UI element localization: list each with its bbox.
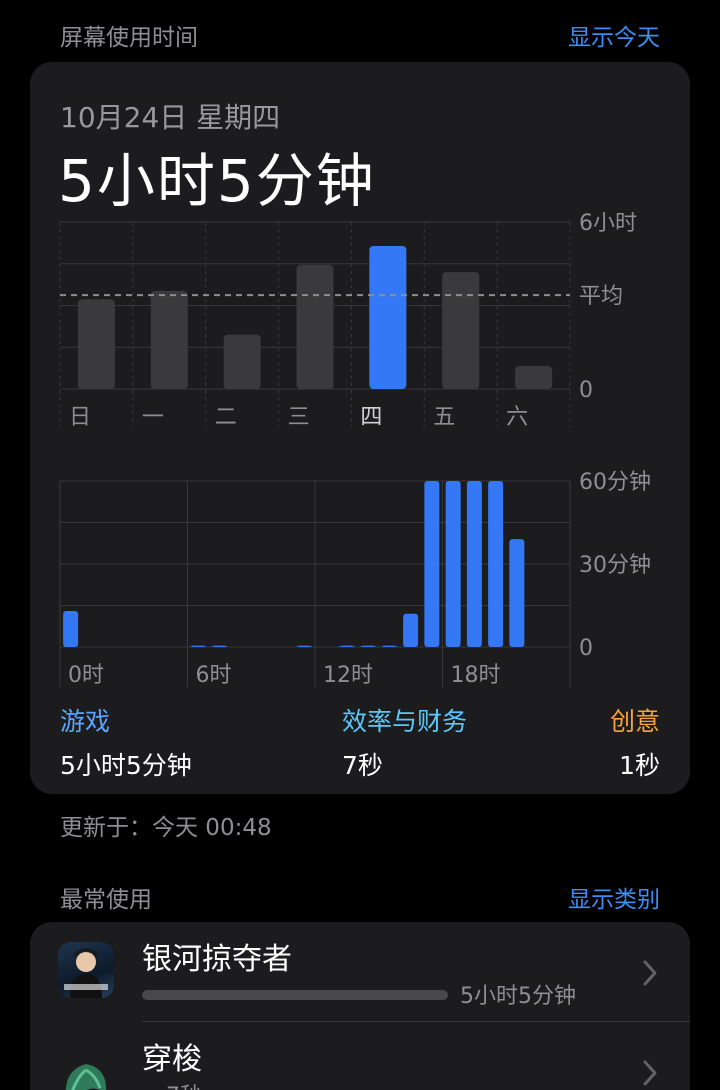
most-used-title: 最常使用 (60, 887, 152, 913)
chevron-right-icon (643, 960, 657, 986)
category-name: 创意 (609, 707, 660, 736)
hour-bar[interactable] (509, 539, 525, 647)
date-label: 10月24日 星期四 (60, 101, 281, 134)
screen-time-title: 屏幕使用时间 (60, 25, 198, 51)
screen-time-header: 屏幕使用时间 显示今天 (0, 18, 720, 58)
app-time: 7秒 (166, 1078, 202, 1090)
hourly-usage-chart[interactable]: 60分钟 30分钟 0 0时 6时 12时 18时 (30, 467, 690, 697)
screen-time-card[interactable]: 10月24日 星期四 5小时5分钟 6小时 平均 0 日 一 二 三 四 五 六 60分钟 … (30, 62, 690, 794)
y-tick-60: 60分钟 (579, 470, 651, 495)
category-games[interactable]: 游戏 5小时5分钟 (60, 702, 192, 782)
category-time: 7秒 (342, 751, 383, 780)
hour-tick-label: 12时 (323, 663, 373, 688)
weekday-label: 日 (69, 405, 91, 430)
most-used-list: 银河掠夺者 5小时5分钟 穿梭 7秒 (30, 922, 690, 1090)
updated-label: 更新于：今天 00:48 (60, 815, 272, 841)
weekday-bar[interactable] (150, 290, 188, 389)
category-name: 效率与财务 (342, 707, 468, 736)
hour-bar[interactable] (63, 611, 79, 647)
hour-bar[interactable] (488, 481, 504, 647)
weekday-label: 二 (215, 405, 237, 430)
y-tick-zero: 0 (579, 378, 593, 403)
hour-bar[interactable] (296, 645, 312, 647)
hour-bar[interactable] (360, 645, 376, 647)
hour-bar[interactable] (445, 481, 461, 647)
show-today-link[interactable]: 显示今天 (568, 18, 660, 52)
category-time: 1秒 (619, 751, 660, 780)
hour-bar[interactable] (190, 645, 206, 647)
app-time: 5小时5分钟 (460, 984, 576, 1009)
weekday-bar[interactable] (223, 334, 261, 389)
average-label: 平均 (579, 284, 623, 309)
hour-bar[interactable] (403, 613, 419, 647)
show-categories-link[interactable]: 显示类别 (568, 880, 660, 914)
app-name: 银河掠夺者 (142, 942, 292, 977)
weekday-bar[interactable] (442, 272, 480, 389)
hour-bar[interactable] (424, 481, 440, 647)
hour-bar[interactable] (381, 645, 397, 647)
hour-bar[interactable] (466, 481, 482, 647)
weekday-label: 四 (360, 405, 382, 430)
app-row[interactable]: 银河掠夺者 5小时5分钟 (30, 922, 690, 1020)
category-creativity[interactable]: 创意 1秒 (610, 702, 660, 782)
hour-tick-label: 18时 (451, 663, 501, 688)
weekday-bar[interactable] (77, 299, 115, 389)
app-row[interactable]: 穿梭 7秒 (30, 1022, 690, 1090)
weekday-label: 六 (506, 405, 528, 430)
y-tick-30: 30分钟 (579, 553, 651, 578)
weekday-label: 一 (142, 405, 164, 430)
hour-tick-label: 0时 (68, 663, 104, 688)
weekday-label: 三 (288, 405, 310, 430)
game-portrait-icon (58, 942, 114, 998)
weekday-bar[interactable] (296, 264, 334, 389)
app-usage-bar (142, 990, 448, 1000)
weekday-bar[interactable] (515, 366, 553, 389)
hour-bar[interactable] (211, 645, 227, 647)
category-time: 5小时5分钟 (60, 751, 192, 780)
most-used-header: 最常使用 显示类别 (0, 880, 720, 920)
weekday-bar[interactable] (369, 246, 407, 389)
chevron-right-icon (643, 1060, 657, 1086)
category-name: 游戏 (60, 707, 111, 736)
y-tick-0: 0 (579, 636, 593, 661)
weekday-label: 五 (433, 405, 455, 430)
hour-bar[interactable] (339, 645, 355, 647)
shuttle-app-icon (58, 1048, 114, 1090)
y-tick-top: 6小时 (579, 212, 637, 236)
app-name: 穿梭 (142, 1042, 202, 1077)
category-productivity[interactable]: 效率与财务 7秒 (342, 702, 467, 782)
weekly-usage-chart[interactable]: 6小时 平均 0 日 一 二 三 四 五 六 (30, 212, 690, 442)
total-time: 5小时5分钟 (58, 147, 376, 215)
hour-tick-label: 6时 (196, 663, 232, 688)
